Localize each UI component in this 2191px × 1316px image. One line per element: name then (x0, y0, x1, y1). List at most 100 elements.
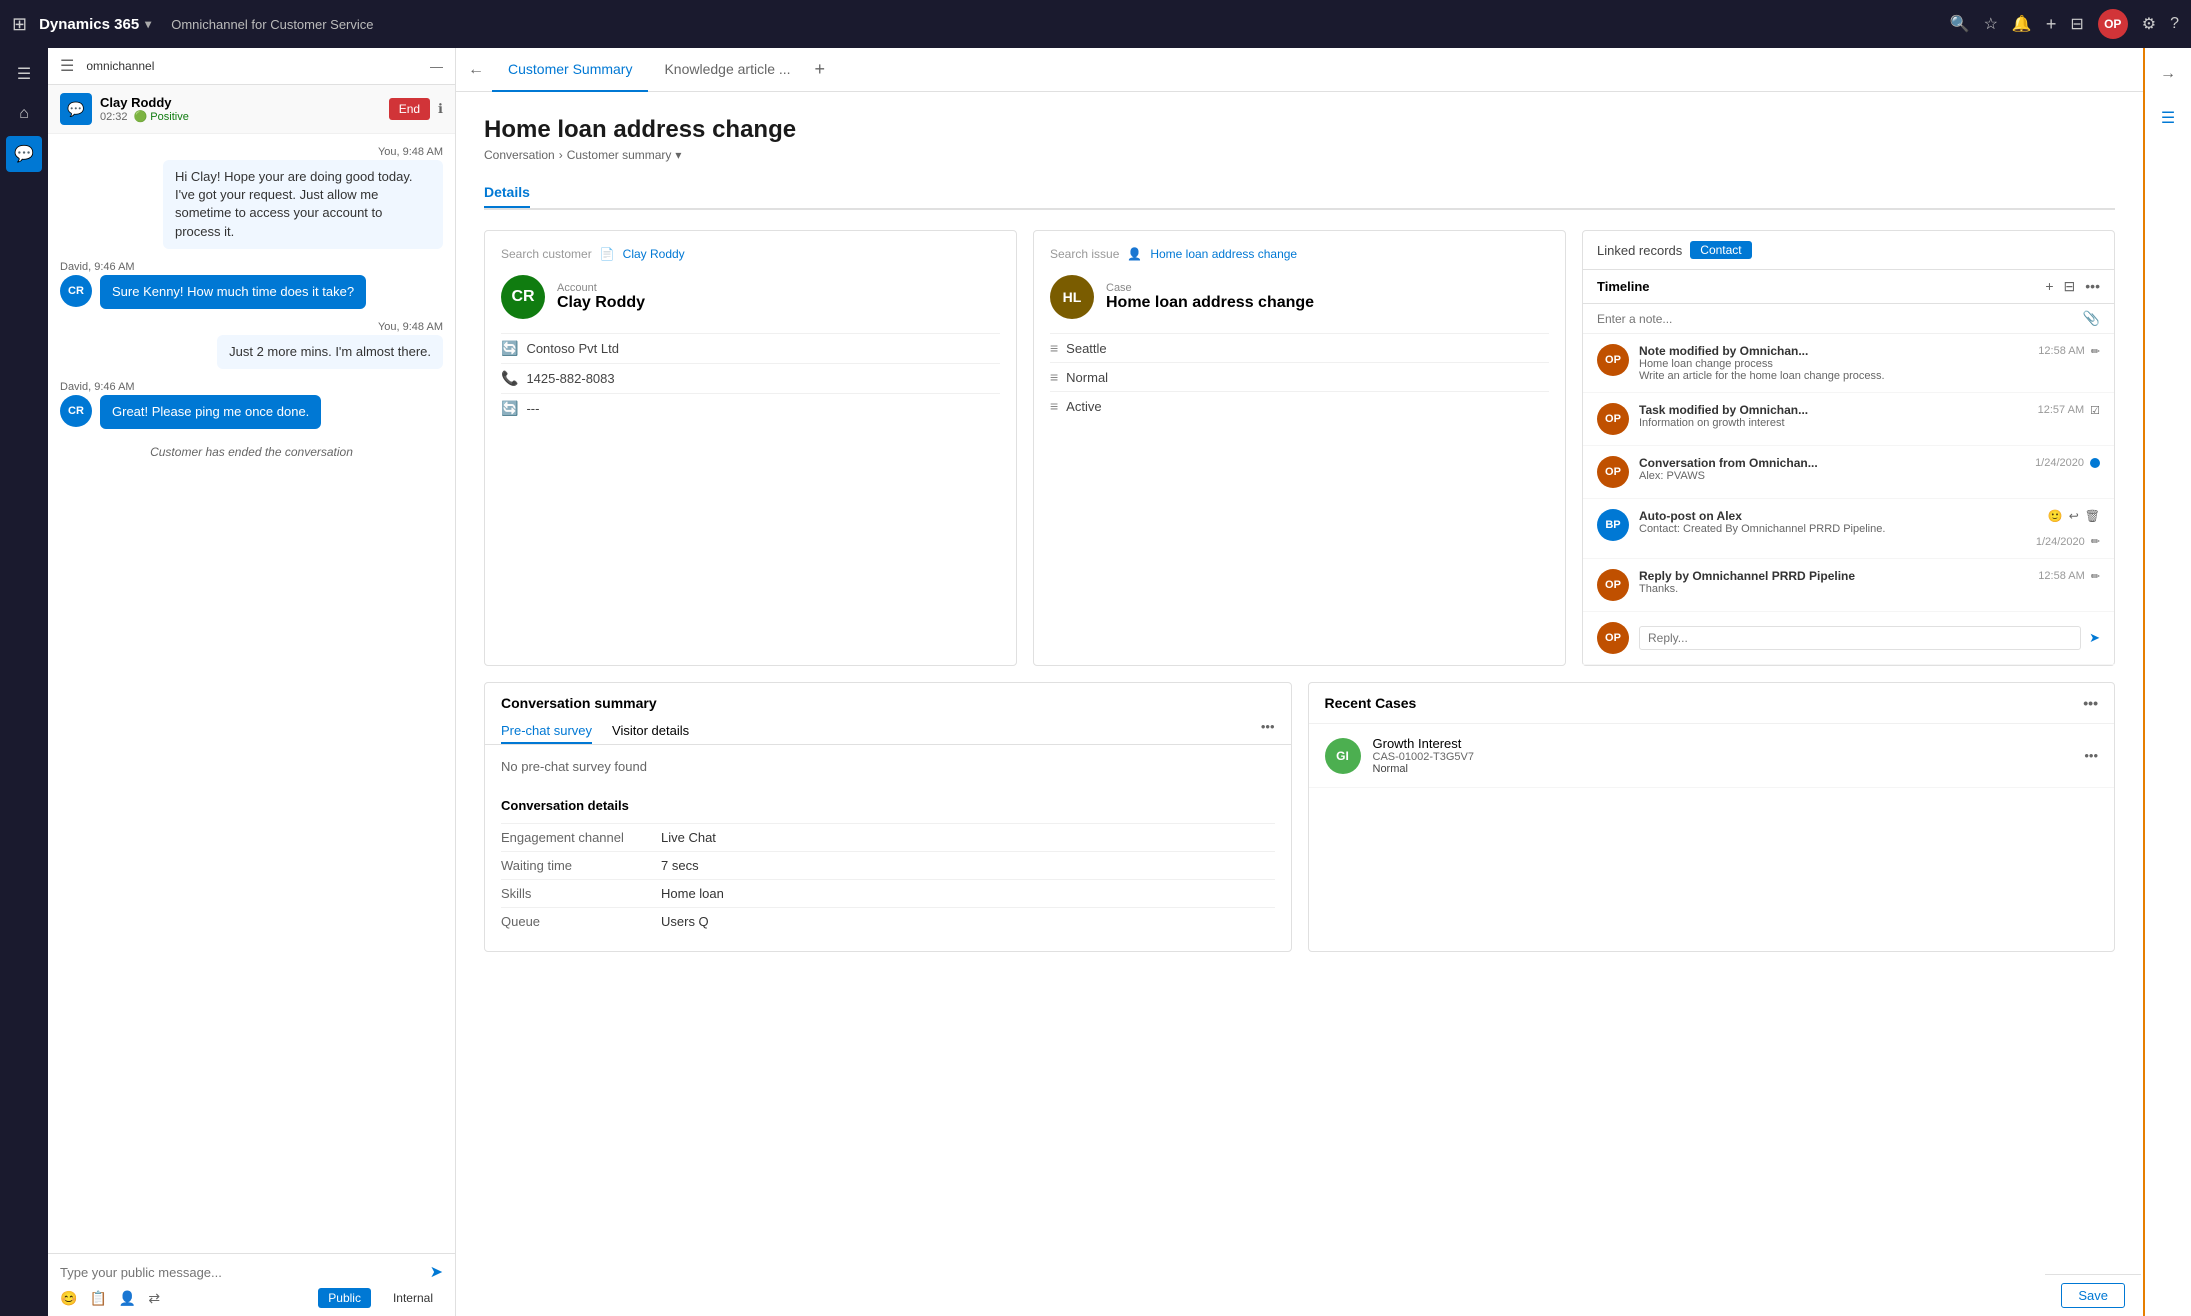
timeline-item-title: Reply by Omnichannel PRRD Pipeline (1639, 569, 1855, 583)
menu-icon-btn[interactable]: ☰ (6, 56, 42, 92)
tl-check-icon[interactable]: ☑ (2090, 404, 2100, 417)
customer-avatar: CR (501, 275, 545, 319)
timeline-item-content: Conversation from Omnichan... 1/24/2020 … (1639, 456, 2100, 488)
details-tab[interactable]: Details (484, 178, 530, 208)
help-icon[interactable]: ? (2170, 15, 2179, 33)
reply-row: OP ➤ (1583, 612, 2114, 665)
internal-button[interactable]: Internal (383, 1288, 443, 1308)
tab-knowledge-article[interactable]: Knowledge article ... (648, 48, 806, 92)
rc-item-more-icon[interactable]: ••• (2084, 748, 2098, 763)
timeline-item-content: Note modified by Omnichan... 12:58 AM ✏ … (1639, 344, 2100, 382)
search-icon[interactable]: 🔍 (1950, 14, 1970, 34)
timeline-item-time: 12:57 AM (2038, 404, 2084, 416)
msg-meta: You, 9:48 AM (378, 146, 443, 158)
details-tab-row: Details (484, 178, 2115, 210)
home-icon-btn[interactable]: ⌂ (6, 96, 42, 132)
tl-edit2-icon[interactable]: ✏ (2091, 535, 2100, 548)
settings-icon[interactable]: ⚙ (2142, 14, 2156, 34)
chat-input[interactable] (60, 1265, 422, 1280)
linked-records-label: Linked records (1597, 243, 1682, 258)
timeline-item-actions: 🙂 ↩ 🗑 (2048, 509, 2100, 523)
chat-icon-btn[interactable]: 💬 (6, 136, 42, 172)
send-button[interactable]: ➤ (430, 1262, 443, 1282)
public-button[interactable]: Public (318, 1288, 371, 1308)
bell-icon[interactable]: 🔔 (2012, 14, 2032, 34)
detail-row-queue: Queue Users Q (501, 907, 1275, 935)
case-person-icon: 👤 (1127, 247, 1142, 261)
case-card: Search issue 👤 Home loan address change … (1033, 230, 1566, 666)
timeline-actions: + ⊟ ••• (2045, 278, 2100, 295)
note-input-row: 📎 (1583, 304, 2114, 334)
rs-expand-button[interactable]: → (2150, 56, 2186, 92)
timeline-card: Linked records Contact Timeline + ⊟ ••• (1582, 230, 2115, 666)
tl-edit-icon[interactable]: ✏ (2091, 345, 2100, 358)
app-chevron[interactable]: ▾ (145, 17, 151, 31)
tl-edit3-icon[interactable]: ✏ (2091, 570, 2100, 583)
agent-icon[interactable]: 👤 (119, 1290, 136, 1307)
tab-prechat-survey[interactable]: Pre-chat survey (501, 719, 592, 744)
tl-delete-icon[interactable]: 🗑 (2085, 509, 2100, 523)
save-button[interactable]: Save (2061, 1283, 2125, 1308)
star-icon[interactable]: ☆ (1984, 14, 1998, 34)
case-entity-header: HL Case Home loan address change (1050, 275, 1549, 319)
detail-value-waiting: 7 secs (661, 858, 699, 873)
timeline-add-icon[interactable]: + (2045, 278, 2053, 295)
timeline-more-icon[interactable]: ••• (2085, 278, 2100, 295)
back-button[interactable]: ← (468, 61, 484, 79)
info-icon[interactable]: ℹ (438, 101, 443, 117)
conv-tab-more-icon[interactable]: ••• (1261, 719, 1275, 744)
contact-button[interactable]: Contact (1690, 241, 1751, 259)
end-conversation-button[interactable]: End (389, 98, 430, 120)
msg-with-avatar: CR Great! Please ping me once done. (60, 395, 321, 429)
channel-label: omnichannel (82, 57, 422, 75)
recent-cases-more-icon[interactable]: ••• (2083, 695, 2098, 711)
rc-info: Growth Interest CAS-01002-T3G5V7 Normal (1373, 736, 2073, 775)
note-attach-icon[interactable]: 📎 (2083, 310, 2100, 327)
tl-emoji-icon[interactable]: 🙂 (2048, 509, 2063, 523)
rc-case-id: CAS-01002-T3G5V7 (1373, 751, 2073, 763)
collapse-icon[interactable]: — (430, 59, 443, 74)
timeline-items: OP Note modified by Omnichan... 12:58 AM… (1583, 334, 2114, 665)
customer-company-field: 🔄 Contoso Pvt Ltd (501, 333, 1000, 363)
right-sidebar: → ☰ (2143, 48, 2191, 1316)
chat-input-row: ➤ (60, 1262, 443, 1282)
user-avatar[interactable]: OP (2098, 9, 2128, 39)
transfer-icon[interactable]: ⇄ (148, 1290, 160, 1307)
rs-list-button[interactable]: ☰ (2150, 100, 2186, 136)
detail-row-engagement: Engagement channel Live Chat (501, 823, 1275, 851)
message-row: David, 9:46 AM CR Great! Please ping me … (60, 381, 443, 429)
reply-input[interactable] (1639, 626, 2081, 650)
filter-icon[interactable]: ⊟ (2070, 14, 2083, 34)
conv-tabs: Pre-chat survey Visitor details ••• (485, 711, 1291, 745)
grid-icon[interactable]: ⊞ (12, 14, 27, 35)
avatar: CR (60, 275, 92, 307)
tab-visitor-details[interactable]: Visitor details (612, 719, 689, 744)
timeline-avatar: BP (1597, 509, 1629, 541)
timeline-filter-icon[interactable]: ⊟ (2064, 278, 2076, 295)
plus-icon[interactable]: + (2046, 14, 2057, 35)
case-avatar: HL (1050, 275, 1094, 319)
emoji-icon[interactable]: 😊 (60, 1290, 77, 1307)
note-input[interactable] (1597, 312, 2083, 326)
kb-icon[interactable]: 📋 (89, 1290, 106, 1307)
sidebar-menu-icon[interactable]: ☰ (60, 56, 74, 76)
avatar: CR (60, 395, 92, 427)
case-name-col: Case Home loan address change (1106, 282, 1314, 312)
conv-summary-title: Conversation summary (485, 683, 1291, 711)
top-nav-right: 🔍 ☆ 🔔 + ⊟ OP ⚙ ? (1950, 9, 2179, 39)
rc-priority: Normal (1373, 763, 2073, 775)
tab-customer-summary[interactable]: Customer Summary (492, 48, 648, 92)
message-bubble: Sure Kenny! How much time does it take? (100, 275, 366, 309)
status-icon: ≡ (1050, 398, 1058, 414)
chat-header: ☰ omnichannel — (48, 48, 455, 85)
detail-value-queue: Users Q (661, 914, 709, 929)
message-bubble: Great! Please ping me once done. (100, 395, 321, 429)
reply-send-icon[interactable]: ➤ (2089, 630, 2100, 646)
msg-meta: David, 9:46 AM (60, 261, 135, 273)
customer-search-link[interactable]: Clay Roddy (623, 247, 685, 261)
tl-reply-icon[interactable]: ↩ (2069, 509, 2079, 523)
add-tab-button[interactable]: + (807, 59, 834, 80)
save-footer: Save (2045, 1274, 2141, 1316)
case-search-link[interactable]: Home loan address change (1150, 247, 1297, 261)
timeline-avatar: OP (1597, 569, 1629, 601)
